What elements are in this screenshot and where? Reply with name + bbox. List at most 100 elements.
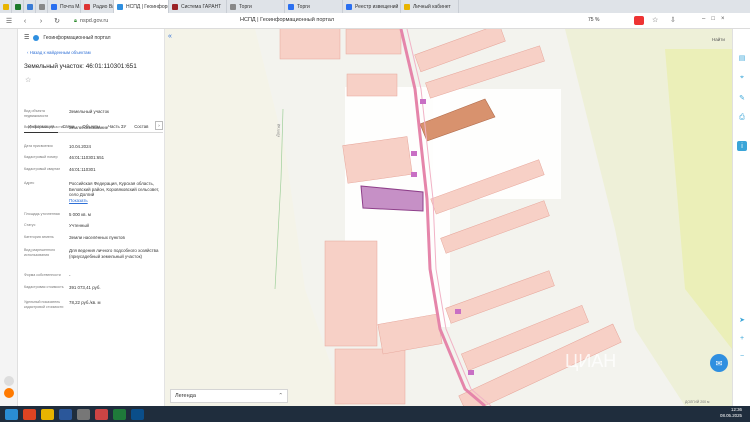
print-icon[interactable]: ⎙ [737, 113, 747, 123]
address-bar: ☰ ‹ › ↻ 🔒︎ nspd.gov.ru НСПД | Геоинформа… [0, 13, 750, 29]
map-toolbar: ▤ ⌖ ✎ ⎙ i ➤ + − [732, 29, 750, 406]
back-icon[interactable]: ‹ [20, 16, 30, 26]
scale-label: ДОЛГИЙ 200 м [685, 400, 710, 404]
browser-tab[interactable] [12, 0, 24, 13]
collapse-panel-button[interactable]: « [168, 33, 172, 40]
locate-icon[interactable]: ➤ [737, 315, 747, 325]
attribute-value: 78,22 руб./кв. м [69, 300, 101, 305]
map-search-hint[interactable]: Найти [712, 37, 725, 42]
tab-favicon-icon [39, 3, 45, 10]
tab-favicon-icon [15, 3, 21, 10]
yandex-browser-icon[interactable] [23, 408, 36, 420]
os-taskbar: 12:36 08.05.2025 [0, 406, 750, 422]
bookmark-icon[interactable]: ☆ [652, 16, 662, 25]
app-icon[interactable] [113, 408, 126, 420]
alice-icon[interactable] [4, 388, 14, 398]
panel-menu-icon[interactable]: ☰ [24, 34, 29, 41]
app-icon[interactable] [77, 408, 90, 420]
browser-tab[interactable]: НСПД | Геоинформа [114, 0, 169, 13]
attribute-value: Земли населённых пунктов [69, 235, 125, 240]
legend-toggle[interactable]: Легенда ⌃ [170, 389, 288, 403]
menu-icon[interactable]: ☰ [4, 16, 14, 26]
draw-icon[interactable]: ✎ [737, 93, 747, 103]
tab-label: Торги [297, 3, 310, 10]
download-icon[interactable]: ⇩ [670, 16, 680, 25]
show-more-link[interactable]: Показать [69, 198, 88, 203]
browser-tab-strip: Почта Mail Радио Вани НСПД | Геоинформа Сис… [0, 0, 750, 13]
panel-header-title: Геоинформационный портал [43, 34, 111, 41]
attribute-value: 5 000 кв. м [69, 212, 91, 217]
add-icon[interactable] [4, 376, 14, 386]
window-controls[interactable]: ‒□× [702, 16, 742, 25]
zoom-out-icon[interactable]: − [737, 351, 747, 361]
word-icon[interactable] [59, 408, 72, 420]
info-panel: ☰ Геоинформационный портал ‹ Назад к най… [18, 29, 165, 406]
lock-icon: 🔒︎ [74, 17, 77, 24]
attribute-label: Вид объекта недвижимости [24, 109, 49, 118]
attribute-label: Удельный показатель кадастровой стоимост… [24, 300, 64, 309]
browser-tab[interactable]: Реестр извещений [343, 0, 401, 13]
browser-tab[interactable] [36, 0, 48, 13]
tab-label: НСПД | Геоинформа [126, 3, 169, 10]
browser-tab[interactable]: Торги [285, 0, 343, 13]
favorite-star-icon[interactable]: ☆ [25, 76, 31, 84]
attribute-value: 10.04.2024 [69, 144, 91, 149]
attribute-value: Земельный участок [69, 109, 109, 114]
watermark: ЦИАН [565, 351, 616, 371]
windows-start-icon[interactable] [5, 408, 18, 420]
browser-tab[interactable] [24, 0, 36, 13]
tab-label: Система ГАРАНТ [181, 3, 222, 10]
tab-favicon-icon [3, 3, 9, 10]
browser-tab[interactable]: Почта Mail [48, 0, 81, 13]
attribute-label: Категория земель [24, 235, 54, 239]
tab-label: Торги [239, 3, 252, 10]
legend-label: Легенда [175, 393, 196, 399]
attribute-label: Площадь уточненная [24, 212, 60, 216]
attribute-value: Российская Федерация, Курская область, Б… [69, 181, 160, 203]
zoom-level[interactable]: 75 % [588, 17, 599, 23]
tab-label: Радио Вани [93, 3, 113, 10]
browser-tab[interactable] [0, 0, 12, 13]
tab-favicon-icon [346, 3, 352, 10]
measure-icon[interactable]: ⌖ [737, 73, 747, 83]
map-canvas[interactable]: Долгий ЦИАН ДОЛГИЙ 200 м [165, 29, 732, 406]
layers-icon[interactable]: ▤ [737, 53, 747, 63]
attribute-label: Вид земельного участка [24, 125, 65, 129]
field-area [165, 29, 345, 406]
browser-tab[interactable]: Радио Вани [81, 0, 114, 13]
tab-label: Реестр извещений [355, 3, 399, 10]
system-clock[interactable]: 12:36 08.05.2025 [720, 407, 742, 419]
extension-icon[interactable] [634, 16, 644, 25]
attribute-value: - [69, 273, 71, 278]
attribute-value: Для ведения личного подсобного хозяйства… [69, 248, 159, 259]
app-icon[interactable] [131, 408, 144, 420]
tab-favicon-icon [172, 3, 178, 10]
file-explorer-icon[interactable] [41, 408, 54, 420]
attribute-value: Учтенный [69, 223, 89, 228]
portal-logo-icon [33, 34, 40, 41]
info-icon[interactable]: i [737, 141, 747, 151]
tab-label: Личный кабинет [413, 3, 451, 10]
attribute-label: Кадастровая стоимость [24, 285, 64, 289]
tab-favicon-icon [288, 3, 294, 10]
attribute-value: 46:01:110301:651 [69, 155, 105, 160]
attribute-value: 391 073,41 руб. [69, 285, 101, 290]
browser-tab[interactable]: Торги [227, 0, 285, 13]
zoom-in-icon[interactable]: + [737, 333, 747, 343]
reload-icon[interactable]: ↻ [52, 16, 62, 26]
forward-icon[interactable]: › [36, 16, 46, 26]
attribute-label: Кадастровый номер [24, 155, 58, 159]
attribute-label: Дата присвоения [24, 144, 53, 148]
chat-support-icon[interactable]: ✉ [710, 354, 728, 372]
tab-favicon-icon [51, 3, 57, 10]
back-to-results-link[interactable]: ‹ Назад к найденным объектам [27, 50, 91, 55]
attribute-label: Адрес [24, 181, 35, 185]
attribute-label: Кадастровый квартал [24, 167, 61, 171]
browser-tab[interactable]: Личный кабинет [401, 0, 459, 13]
left-dock [0, 29, 18, 406]
browser-tab[interactable]: Система ГАРАНТ [169, 0, 227, 13]
tab-favicon-icon [230, 3, 236, 10]
attribute-value: Землепользование [69, 125, 109, 130]
map-view[interactable]: Долгий ЦИАН ДОЛГИЙ 200 м [165, 29, 732, 406]
app-icon[interactable] [95, 408, 108, 420]
